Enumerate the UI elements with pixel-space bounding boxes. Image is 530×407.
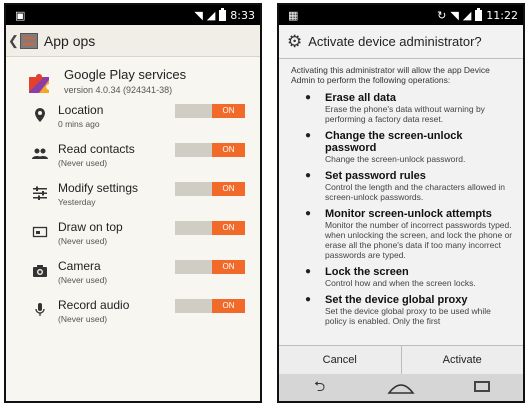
permission-desc: Control how and when the screen locks.: [325, 278, 476, 288]
permission-title: Set password rules: [325, 170, 426, 182]
recents-icon[interactable]: [467, 380, 497, 396]
permission-title: Change the screen-unlock password: [325, 130, 463, 154]
permission-title: Set the device global proxy: [325, 294, 468, 306]
dialog-button-bar: Cancel Activate: [279, 345, 523, 374]
screenshot-notification-icon: ▦: [288, 8, 299, 22]
toggle-state: ON: [212, 143, 245, 157]
activate-button[interactable]: Activate: [402, 346, 524, 374]
permission-item: ● Set password rules Control the length …: [291, 170, 513, 202]
modify-settings-toggle[interactable]: ON: [175, 182, 245, 196]
wifi-icon: ◥: [450, 8, 459, 22]
op-row-camera[interactable]: Camera (Never used) ON: [6, 259, 260, 298]
op-label: Read contacts: [58, 142, 135, 156]
op-last-used: (Never used): [58, 314, 108, 324]
toggle-state: ON: [212, 221, 245, 235]
app-header: Google Play services version 4.0.34 (924…: [6, 57, 260, 107]
toggle-state: ON: [212, 299, 245, 313]
toggle-state: ON: [212, 104, 245, 118]
permission-title: Monitor screen-unlock attempts: [325, 208, 492, 220]
bullet-icon: ●: [305, 266, 312, 277]
op-last-used: (Never used): [58, 236, 108, 246]
op-label: Record audio: [58, 298, 130, 312]
camera-toggle[interactable]: ON: [175, 260, 245, 274]
permission-desc: Erase the phone's data without warning b…: [325, 104, 485, 124]
status-bar: ▦ ↻ ◥ ◢ 11:22: [279, 5, 523, 25]
signal-icon: ◢: [206, 8, 216, 22]
location-pin-icon: [35, 108, 45, 122]
microphone-icon: [35, 303, 45, 316]
op-last-used: 0 mins ago: [58, 119, 100, 129]
op-row-record-audio[interactable]: Record audio (Never used) ON: [6, 298, 260, 337]
op-last-used: (Never used): [58, 275, 108, 285]
permission-desc: Change the screen-unlock password.: [325, 154, 466, 164]
bullet-icon: ●: [305, 92, 312, 103]
permission-title: Erase all data: [325, 92, 396, 104]
op-label: Modify settings: [58, 181, 139, 195]
dialog-title: Activate device administrator?: [308, 34, 482, 49]
permission-desc: Control the length and the characters al…: [325, 182, 506, 202]
op-row-draw-on-top[interactable]: Draw on top (Never used) ON: [6, 220, 260, 259]
app-ops-screen: ▣ ◥ ◢ 8:33 ❮ App ops Google Play service…: [4, 3, 262, 403]
permission-item: ● Monitor screen-unlock attempts Monitor…: [291, 208, 513, 260]
toggle-state: ON: [212, 182, 245, 196]
location-toggle[interactable]: ON: [175, 104, 245, 118]
settings-sliders-icon: [33, 186, 47, 200]
camera-icon: [33, 265, 47, 277]
google-play-services-icon: [29, 74, 49, 93]
intro-text: Activating this administrator will allow…: [291, 65, 490, 85]
permission-item: ● Erase all data Erase the phone's data …: [291, 92, 513, 124]
page-title: App ops: [43, 32, 96, 49]
op-label: Camera: [58, 259, 101, 273]
sync-icon: ↻: [437, 8, 447, 22]
op-label: Draw on top: [58, 220, 123, 234]
draw-on-top-toggle[interactable]: ON: [175, 221, 245, 235]
bullet-icon: ●: [305, 208, 312, 219]
cancel-button[interactable]: Cancel: [279, 346, 401, 374]
permission-item: ● Lock the screen Control how and when t…: [291, 266, 513, 288]
permission-item: ● Change the screen-unlock password Chan…: [291, 130, 513, 164]
screenshot-notification-icon: ▣: [15, 8, 26, 22]
record-audio-toggle[interactable]: ON: [175, 299, 245, 313]
battery-icon: [219, 7, 227, 21]
gear-icon: ⚙: [287, 31, 303, 52]
op-row-location[interactable]: Location 0 mins ago ON: [6, 103, 260, 142]
read-contacts-toggle[interactable]: ON: [175, 143, 245, 157]
app-name: Google Play services: [64, 67, 187, 82]
permission-title: Lock the screen: [325, 266, 409, 278]
contacts-icon: [32, 148, 48, 159]
status-time: 11:22: [486, 8, 518, 22]
bullet-icon: ●: [305, 294, 312, 305]
app-ops-icon: [19, 32, 38, 49]
op-row-modify-settings[interactable]: Modify settings Yesterday ON: [6, 181, 260, 220]
op-row-read-contacts[interactable]: Read contacts (Never used) ON: [6, 142, 260, 181]
signal-icon: ◢: [462, 8, 472, 22]
back-chevron-icon[interactable]: ❮: [8, 33, 19, 49]
back-icon[interactable]: ⮌: [305, 376, 335, 400]
op-label: Location: [58, 103, 104, 117]
status-bar: ▣ ◥ ◢ 8:33: [6, 5, 260, 25]
permission-desc: Set the device global proxy to be used w…: [325, 306, 491, 326]
wifi-icon: ◥: [194, 8, 203, 22]
toggle-state: ON: [212, 260, 245, 274]
device-admin-screen: ▦ ↻ ◥ ◢ 11:22 ⚙ Activate device administ…: [277, 3, 525, 403]
status-time: 8:33: [230, 8, 255, 22]
battery-icon: [475, 7, 483, 21]
action-bar[interactable]: ❮ App ops: [6, 25, 260, 57]
dialog-body[interactable]: Activating this administrator will allow…: [279, 59, 523, 343]
draw-on-top-icon: [32, 226, 48, 238]
bullet-icon: ●: [305, 170, 312, 181]
navigation-bar: ⮌: [279, 374, 523, 401]
dialog-header: ⚙ Activate device administrator?: [279, 25, 523, 58]
permission-item: ● Set the device global proxy Set the de…: [291, 294, 513, 326]
permission-desc: Monitor the number of incorrect password…: [325, 220, 513, 260]
home-icon[interactable]: [386, 381, 416, 395]
op-last-used: (Never used): [58, 158, 108, 168]
app-version: version 4.0.34 (924341-38): [64, 85, 173, 95]
bullet-icon: ●: [305, 130, 312, 141]
op-last-used: Yesterday: [58, 197, 96, 207]
